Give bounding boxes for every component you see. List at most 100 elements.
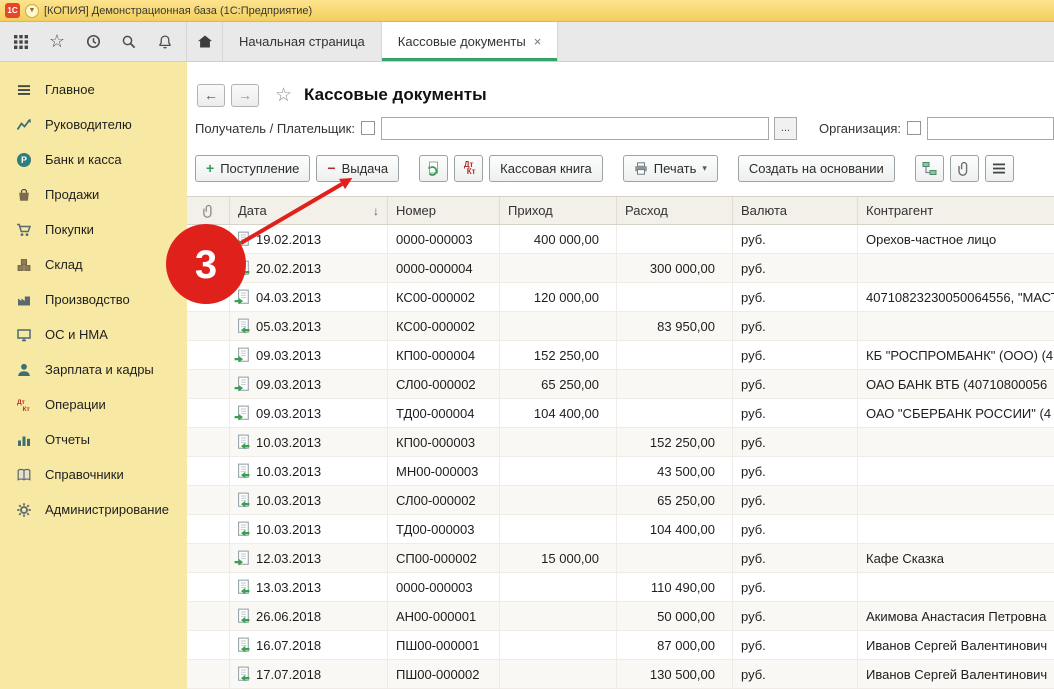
cash-book-button[interactable]: Кассовая книга	[489, 155, 603, 182]
organization-filter-input[interactable]	[927, 117, 1054, 140]
table-row[interactable]: 26.06.2018 АН00-000001 50 000,00 руб. Ак…	[187, 602, 1054, 631]
recipient-picker-button[interactable]: ...	[774, 117, 797, 140]
cash-document-icon	[234, 318, 250, 334]
cell-attachment	[187, 573, 230, 601]
system-menu-button[interactable]: ▼	[25, 4, 39, 18]
notifications-bell-icon[interactable]	[154, 31, 176, 53]
table-row[interactable]: 10.03.2013 КП00-000003 152 250,00 руб.	[187, 428, 1054, 457]
date-column-header[interactable]: Дата ↓	[230, 197, 388, 224]
sidebar-item-bank-cash[interactable]: P Банк и касса	[0, 142, 187, 177]
table-row[interactable]: 05.03.2013 КС00-000002 83 950,00 руб.	[187, 312, 1054, 341]
table-row[interactable]: 09.03.2013 СЛ00-000002 65 250,00 руб. ОА…	[187, 370, 1054, 399]
cell-number: МН00-000003	[388, 457, 500, 485]
currency-column-header[interactable]: Валюта	[733, 197, 858, 224]
sidebar-item-label: Руководителю	[45, 117, 132, 132]
cell-currency: руб.	[733, 660, 858, 688]
cell-attachment	[187, 660, 230, 688]
table-row[interactable]: 16.07.2018 ПШ00-000001 87 000,00 руб. Ив…	[187, 631, 1054, 660]
cell-attachment	[187, 457, 230, 485]
table-row[interactable]: 10.03.2013 ТД00-000003 104 400,00 руб.	[187, 515, 1054, 544]
number-column-header[interactable]: Номер	[388, 197, 500, 224]
cell-income	[500, 428, 617, 456]
cell-income: 65 250,00	[500, 370, 617, 398]
sidebar-item-production[interactable]: Производство	[0, 282, 187, 317]
sidebar-item-fixed-assets[interactable]: ОС и НМА	[0, 317, 187, 352]
cash-book-label: Кассовая книга	[500, 161, 592, 176]
cell-counterparty	[858, 573, 1054, 601]
tab-start-page[interactable]: Начальная страница	[223, 22, 382, 61]
post-document-icon-button[interactable]	[419, 155, 448, 182]
table-body: 19.02.2013 0000-000003 400 000,00 руб. О…	[187, 225, 1054, 689]
cell-number: 0000-000003	[388, 225, 500, 253]
sidebar-item-purchases[interactable]: Покупки	[0, 212, 187, 247]
table-row[interactable]: 17.07.2018 ПШ00-000002 130 500,00 руб. И…	[187, 660, 1054, 689]
table-row[interactable]: 10.03.2013 СЛ00-000002 65 250,00 руб.	[187, 486, 1054, 515]
home-icon[interactable]	[187, 22, 223, 61]
cell-expense	[617, 370, 733, 398]
recipient-filter-input[interactable]	[381, 117, 769, 140]
cash-document-icon	[234, 637, 250, 653]
income-column-header[interactable]: Приход	[500, 197, 617, 224]
create-based-on-button[interactable]: Создать на основании	[738, 155, 895, 182]
sidebar-item-operations[interactable]: ДтКт Операции	[0, 387, 187, 422]
table-row[interactable]: 12.03.2013 СП00-000002 15 000,00 руб. Ка…	[187, 544, 1054, 573]
attachments-icon-button[interactable]	[950, 155, 979, 182]
cell-number: ПШ00-000002	[388, 660, 500, 688]
print-button[interactable]: Печать ▾	[623, 155, 718, 182]
cell-attachment	[187, 428, 230, 456]
sidebar-item-hr-payroll[interactable]: Зарплата и кадры	[0, 352, 187, 387]
sidebar-item-manager[interactable]: Руководителю	[0, 107, 187, 142]
tab-close-icon[interactable]: ×	[534, 34, 542, 49]
table-row[interactable]: 04.03.2013 КС00-000002 120 000,00 руб. 4…	[187, 283, 1054, 312]
recipient-filter-checkbox[interactable]	[361, 121, 375, 135]
cash-document-icon	[234, 434, 250, 450]
receipt-button[interactable]: + Поступление	[195, 155, 310, 182]
table-row[interactable]: 20.02.2013 0000-000004 300 000,00 руб.	[187, 254, 1054, 283]
related-documents-icon-button[interactable]	[915, 155, 944, 182]
cell-number: КС00-000002	[388, 312, 500, 340]
service-menu-icon[interactable]	[10, 31, 32, 53]
search-icon[interactable]	[118, 31, 140, 53]
sidebar-item-reports[interactable]: Отчеты	[0, 422, 187, 457]
cash-document-icon	[234, 260, 250, 276]
cell-attachment	[187, 515, 230, 543]
counterparty-column-header[interactable]: Контрагент	[858, 197, 1054, 224]
issue-button[interactable]: − Выдача	[316, 155, 399, 182]
table-row[interactable]: 13.03.2013 0000-000003 110 490,00 руб.	[187, 573, 1054, 602]
list-toolbar: + Поступление − Выдача ДтКт Кассовая кни…	[187, 150, 1054, 186]
sidebar-item-main[interactable]: Главное	[0, 72, 187, 107]
sidebar-item-sales[interactable]: Продажи	[0, 177, 187, 212]
table-row[interactable]: 09.03.2013 ТД00-000004 104 400,00 руб. О…	[187, 399, 1054, 428]
plus-icon: +	[206, 160, 214, 176]
tab-cash-documents[interactable]: Кассовые документы ×	[382, 22, 559, 61]
organization-filter-checkbox[interactable]	[907, 121, 921, 135]
cell-income	[500, 486, 617, 514]
dtkt-entries-icon-button[interactable]: ДтКт	[454, 155, 483, 182]
table-row[interactable]: 10.03.2013 МН00-000003 43 500,00 руб.	[187, 457, 1054, 486]
back-button[interactable]: ←	[197, 84, 225, 107]
tab-label: Начальная страница	[239, 34, 365, 49]
sidebar-item-label: Администрирование	[45, 502, 169, 517]
forward-button[interactable]: →	[231, 84, 259, 107]
cell-expense	[617, 341, 733, 369]
history-icon[interactable]	[82, 31, 104, 53]
attachments-column-header[interactable]	[187, 197, 230, 224]
table-row[interactable]: 19.02.2013 0000-000003 400 000,00 руб. О…	[187, 225, 1054, 254]
favorites-star-icon[interactable]: ☆	[46, 31, 68, 53]
sidebar-item-warehouse[interactable]: Склад	[0, 247, 187, 282]
sidebar-item-references[interactable]: Справочники	[0, 457, 187, 492]
svg-text:Кт: Кт	[23, 406, 30, 413]
cell-attachment	[187, 399, 230, 427]
cell-expense	[617, 399, 733, 427]
more-icon-button[interactable]	[985, 155, 1014, 182]
sidebar-item-label: Зарплата и кадры	[45, 362, 154, 377]
cell-expense	[617, 225, 733, 253]
sidebar-item-administration[interactable]: Администрирование	[0, 492, 187, 527]
table-row[interactable]: 09.03.2013 КП00-000004 152 250,00 руб. К…	[187, 341, 1054, 370]
expense-column-header[interactable]: Расход	[617, 197, 733, 224]
cell-counterparty	[858, 428, 1054, 456]
cell-counterparty: ОАО "СБЕРБАНК РОССИИ" (4	[858, 399, 1054, 427]
cell-income	[500, 631, 617, 659]
add-to-favorites-star-icon[interactable]: ☆	[275, 84, 292, 107]
page-title: Кассовые документы	[304, 85, 487, 105]
